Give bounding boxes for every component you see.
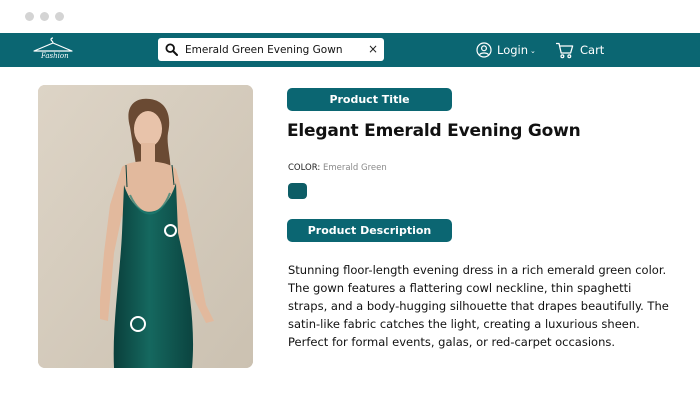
brand-logo[interactable]: Fashion [28,36,78,64]
logo-wordmark: Fashion [41,52,69,60]
hotspot-neckline[interactable] [164,224,177,237]
window-dot-close[interactable] [25,12,34,21]
search-input[interactable] [185,41,363,58]
window-chrome [0,0,700,33]
cart-button[interactable]: Cart [555,39,604,61]
chevron-down-icon: ⌄ [530,46,536,55]
color-info: COLOR: Emerald Green [288,163,387,173]
cart-label: Cart [580,43,605,57]
search-bar[interactable]: × [158,38,384,61]
product-title: Elegant Emerald Evening Gown [287,121,581,141]
product-title-pill: Product Title [287,88,452,111]
window-dot-minimize[interactable] [40,12,49,21]
login-button[interactable]: Login ⌄ [476,39,536,61]
clear-search-icon[interactable]: × [367,43,379,56]
product-description: Stunning floor-length evening dress in a… [288,263,669,349]
shopping-cart-icon [556,42,574,58]
search-icon[interactable] [165,43,178,56]
color-label: COLOR: [288,163,321,173]
top-navbar: Fashion × Login ⌄ Cart [0,33,700,67]
color-value: Emerald Green [322,163,387,173]
color-swatch-emerald[interactable] [288,183,307,199]
login-label: Login [497,43,529,57]
product-image [38,85,253,368]
window-dot-maximize[interactable] [55,12,64,21]
hotspot-skirt[interactable] [130,316,146,332]
product-description-pill: Product Description [287,219,452,242]
user-icon [476,42,492,58]
